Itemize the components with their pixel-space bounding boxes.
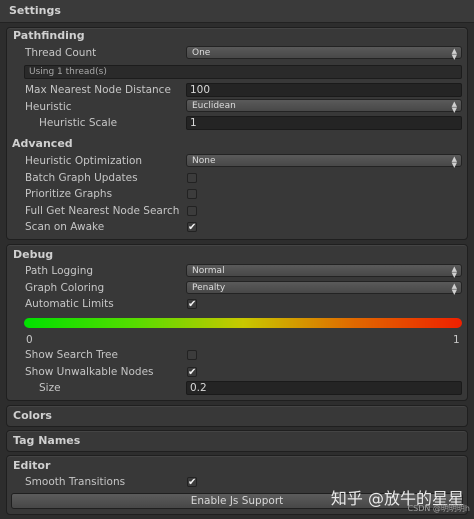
advanced-foldout[interactable]: Advanced bbox=[12, 137, 73, 150]
thread-count-value: One bbox=[192, 48, 211, 58]
gradient-min-label: 0 bbox=[26, 334, 33, 346]
heuristic-optimization-value: None bbox=[192, 156, 216, 166]
check-icon: ✔ bbox=[188, 477, 197, 488]
heuristic-scale-field[interactable]: 1 bbox=[186, 116, 462, 130]
debug-title[interactable]: Debug bbox=[13, 248, 53, 261]
size-field[interactable]: 0.2 bbox=[186, 381, 462, 395]
show-search-tree-label: Show Search Tree bbox=[25, 349, 118, 361]
colors-title[interactable]: Colors bbox=[13, 409, 52, 422]
heuristic-scale-label: Heuristic Scale bbox=[39, 117, 118, 129]
heuristic-value: Euclidean bbox=[192, 101, 236, 111]
smooth-transitions-label: Smooth Transitions bbox=[25, 476, 126, 488]
graph-coloring-value: Penalty bbox=[192, 283, 226, 293]
heuristic-optimization-label: Heuristic Optimization bbox=[25, 155, 143, 167]
show-search-tree-checkbox[interactable] bbox=[187, 350, 197, 360]
prioritize-graphs-checkbox[interactable] bbox=[187, 189, 197, 199]
max-nearest-node-distance-field[interactable]: 100 bbox=[186, 83, 462, 97]
updown-arrow-icon: ▲ ▼ bbox=[451, 265, 457, 279]
full-get-nearest-node-search-checkbox[interactable] bbox=[187, 206, 197, 216]
window-title: Settings bbox=[9, 4, 61, 17]
batch-graph-updates-checkbox[interactable] bbox=[187, 173, 197, 183]
editor-title[interactable]: Editor bbox=[13, 459, 50, 472]
thread-info-box: Using 1 thread(s) bbox=[24, 65, 462, 79]
show-unwalkable-nodes-checkbox[interactable]: ✔ bbox=[187, 367, 197, 378]
heuristic-label: Heuristic bbox=[25, 101, 72, 113]
batch-graph-updates-label: Batch Graph Updates bbox=[25, 172, 138, 184]
thread-count-label: Thread Count bbox=[25, 47, 97, 59]
updown-arrow-icon: ▲ ▼ bbox=[451, 100, 457, 114]
graph-coloring-label: Graph Coloring bbox=[25, 282, 105, 294]
full-get-nearest-node-search-label: Full Get Nearest Node Search bbox=[25, 205, 180, 217]
check-icon: ✔ bbox=[188, 367, 197, 378]
path-logging-value: Normal bbox=[192, 266, 225, 276]
automatic-limits-checkbox[interactable]: ✔ bbox=[187, 299, 197, 310]
tag-names-title[interactable]: Tag Names bbox=[13, 434, 80, 447]
gradient-max-label: 1 bbox=[453, 334, 460, 346]
updown-arrow-icon: ▲ ▼ bbox=[451, 47, 457, 61]
max-nearest-node-distance-label: Max Nearest Node Distance bbox=[25, 84, 171, 96]
scan-on-awake-checkbox[interactable]: ✔ bbox=[187, 222, 197, 233]
show-unwalkable-nodes-label: Show Unwalkable Nodes bbox=[25, 366, 154, 378]
check-icon: ✔ bbox=[188, 299, 197, 310]
automatic-limits-label: Automatic Limits bbox=[25, 298, 114, 310]
scan-on-awake-label: Scan on Awake bbox=[25, 221, 105, 233]
watermark-subtext: CSDN @明明明h bbox=[407, 504, 470, 513]
check-icon: ✔ bbox=[188, 222, 197, 233]
path-logging-label: Path Logging bbox=[25, 265, 94, 277]
path-logging-dropdown[interactable]: Normal ▲ ▼ bbox=[186, 264, 462, 279]
pathfinding-title[interactable]: Pathfinding bbox=[13, 29, 85, 42]
color-gradient-bar[interactable] bbox=[24, 318, 462, 328]
graph-coloring-dropdown[interactable]: Penalty ▲ ▼ bbox=[186, 281, 462, 296]
updown-arrow-icon: ▲ ▼ bbox=[451, 282, 457, 296]
updown-arrow-icon: ▲ ▼ bbox=[451, 155, 457, 169]
heuristic-dropdown[interactable]: Euclidean ▲ ▼ bbox=[186, 99, 462, 114]
prioritize-graphs-label: Prioritize Graphs bbox=[25, 188, 113, 200]
colors-section bbox=[6, 405, 468, 427]
size-label: Size bbox=[39, 382, 61, 394]
thread-count-dropdown[interactable]: One ▲ ▼ bbox=[186, 46, 462, 61]
smooth-transitions-checkbox[interactable]: ✔ bbox=[187, 477, 197, 488]
window-titlebar: Settings bbox=[0, 0, 474, 23]
heuristic-optimization-dropdown[interactable]: None ▲ ▼ bbox=[186, 154, 462, 169]
